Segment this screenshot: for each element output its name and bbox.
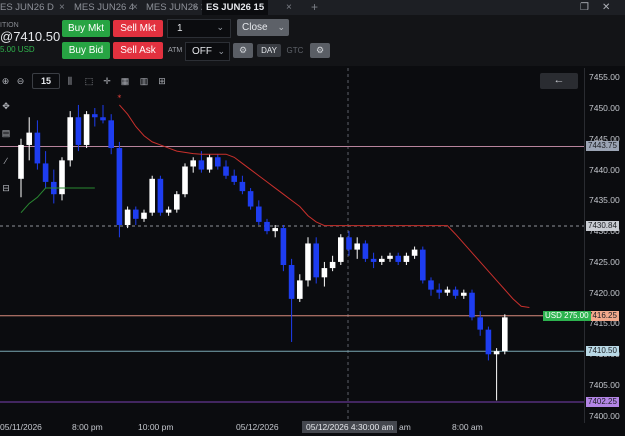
candle-body [444,289,451,293]
candle-body [67,117,73,161]
candle-body [75,117,82,145]
candle-body [141,212,147,219]
candle-body [34,132,41,164]
candle-body [165,209,172,213]
position-level-tag: 7416.25 [586,310,619,321]
candle-body [26,132,32,145]
price-tick-label: 7435.00 [589,195,620,206]
candle-body [379,258,385,262]
candle-body [280,228,287,266]
candle-body [485,329,492,355]
candle-body [198,160,205,170]
candle-body [338,237,344,262]
crosshair-time-label: 05/12/2026 4:30:00 am [302,421,398,433]
candle-body [346,237,352,250]
candle-body [190,160,196,167]
trailing-stop-line-lower [20,187,95,214]
candle-body [370,258,377,262]
price-chart[interactable]: * [0,0,625,436]
time-label: 8:00 am [452,422,483,432]
time-label: 05/12/2026 [236,422,279,432]
candle-body [223,166,229,176]
candle-body [149,178,155,213]
last-price-tag: 7410.50 [586,346,619,357]
candle-body [116,148,123,225]
time-label: 8:00 pm [72,422,103,432]
candle-body [83,114,90,145]
candle-body [387,255,393,259]
candle-body [321,268,328,278]
candle-body [100,117,106,121]
time-label: 10:00 pm [138,422,174,432]
candle-body [395,255,401,262]
candle-body [206,157,213,170]
upper-level-tag: 7443.75 [586,141,619,152]
price-tick-label: 7400.00 [589,410,620,421]
time-label: 05/11/2026 [0,422,42,432]
candle-body [133,209,139,219]
candle-body [313,243,319,278]
candle-body [108,120,114,149]
price-tick-label: 7450.00 [589,103,620,114]
candle-body [157,178,164,213]
price-tick-label: 7405.00 [589,380,620,391]
candle-body [182,166,188,195]
candle-body [247,191,254,207]
candle-body [92,114,98,118]
candle-body [469,292,475,318]
price-axis[interactable] [584,68,625,423]
candle-body [477,317,483,330]
candle-body [215,157,221,167]
candle-body [305,243,311,281]
candle-body [428,280,434,290]
signal-marker: * [117,94,121,103]
candle-body [288,265,295,299]
dashed-level-tag: 7430.84 [586,220,619,231]
candle-body [329,261,336,269]
candle-body [362,243,369,259]
candle-body [436,289,442,293]
candle-body [231,175,237,182]
lower-level-tag: 7402.25 [586,396,619,407]
candle-body [411,249,418,256]
price-tick-label: 7455.00 [589,72,620,83]
price-tick-label: 7425.00 [589,256,620,267]
price-tick-label: 7440.00 [589,164,620,175]
candle-body [452,289,459,296]
candle-body [502,317,508,352]
candle-body [403,255,410,262]
candle-body [461,292,467,296]
candle-body [264,221,270,232]
candle-body [174,194,180,210]
candle-body [354,243,360,250]
candle-body [18,144,24,179]
price-tick-label: 7420.00 [589,287,620,298]
candle-body [297,280,303,299]
candle-body [272,228,278,232]
candle-body [239,181,246,192]
candle-body [124,209,131,225]
candle-body [420,249,426,281]
candle-body [42,163,49,182]
candle-body [59,160,65,195]
candle-body [256,206,262,222]
time-label: am [399,422,411,432]
pnl-tag: USD 275.00 [543,310,591,321]
candle-body [493,351,500,355]
